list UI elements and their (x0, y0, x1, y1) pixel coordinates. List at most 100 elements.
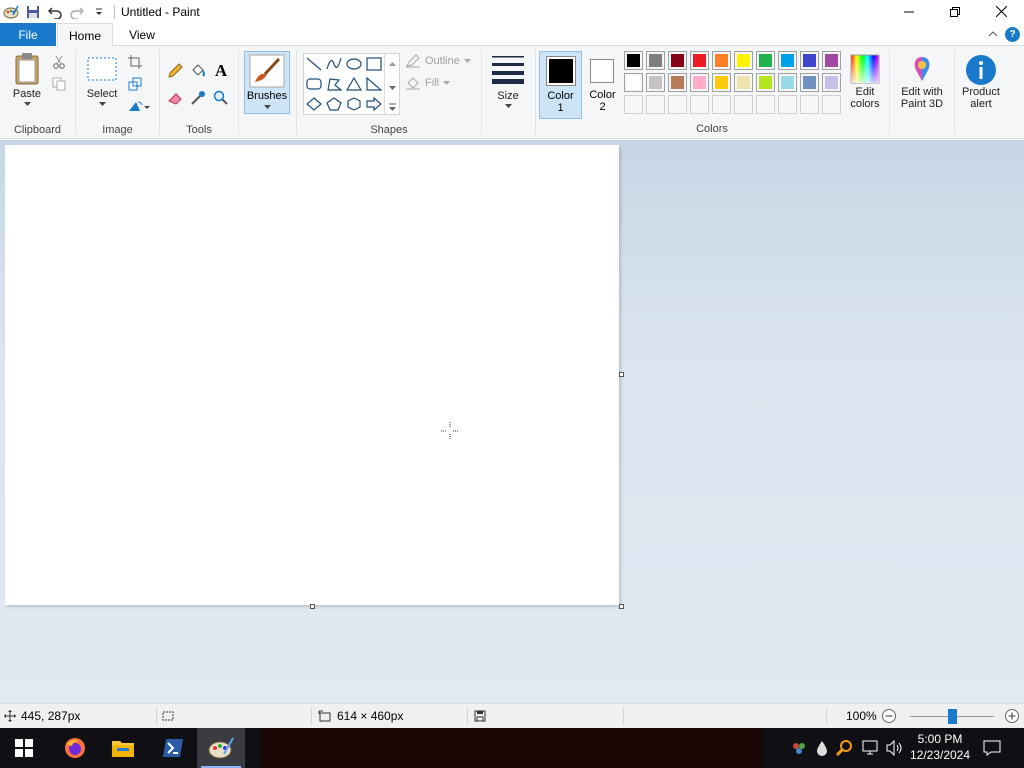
palette-custom-slot[interactable] (646, 95, 665, 114)
firefox-taskbar-button[interactable] (51, 728, 99, 768)
palette-swatch[interactable] (756, 51, 775, 70)
oval-shape-icon[interactable] (344, 55, 363, 73)
curve-shape-icon[interactable] (324, 55, 343, 73)
edit-colors-button[interactable]: Edit colors (846, 54, 884, 110)
palette-swatch[interactable] (624, 51, 643, 70)
palette-custom-slot[interactable] (668, 95, 687, 114)
palette-swatch[interactable] (668, 51, 687, 70)
palette-swatch[interactable] (646, 73, 665, 92)
palette-swatch[interactable] (822, 73, 841, 92)
resize-icon[interactable] (126, 75, 144, 93)
palette-swatch-color (649, 54, 662, 67)
eraser-icon[interactable] (166, 89, 184, 107)
palette-swatch[interactable] (624, 73, 643, 92)
zoom-in-button[interactable] (1004, 704, 1020, 728)
color-2-button[interactable]: Color 2 (585, 51, 620, 119)
cut-icon[interactable] (50, 53, 68, 71)
search-tray-icon[interactable] (834, 728, 856, 768)
arrow-shape-icon[interactable] (364, 95, 383, 113)
palette-swatch[interactable] (778, 51, 797, 70)
palette-custom-slot[interactable] (756, 95, 775, 114)
powershell-taskbar-button[interactable] (149, 728, 197, 768)
palette-swatch[interactable] (690, 73, 709, 92)
shapes-scroll[interactable] (384, 54, 399, 114)
fill-button[interactable]: Fill (405, 76, 451, 90)
right-triangle-shape-icon[interactable] (364, 75, 383, 93)
tab-view[interactable]: View (117, 23, 167, 47)
palette-swatch[interactable] (800, 51, 819, 70)
zoom-slider-thumb[interactable] (947, 709, 957, 724)
text-tool-icon[interactable]: A (212, 61, 230, 80)
undo-icon[interactable] (46, 3, 64, 21)
hexagon-shape-icon[interactable] (344, 95, 363, 113)
restore-button[interactable] (932, 0, 978, 23)
rotate-icon[interactable] (126, 97, 152, 115)
pentagon-shape-icon[interactable] (324, 95, 343, 113)
select-button[interactable]: Select (82, 56, 122, 107)
paint-taskbar-button[interactable] (197, 728, 245, 768)
palette-swatch[interactable] (646, 51, 665, 70)
product-alert-button[interactable]: Product alert (956, 54, 1006, 110)
taskbar-clock[interactable]: 5:00 PM 12/23/2024 (905, 731, 975, 763)
diamond-shape-icon[interactable] (304, 95, 323, 113)
palette-swatch[interactable] (712, 73, 731, 92)
crop-icon[interactable] (126, 53, 144, 71)
line-shape-icon[interactable] (304, 55, 323, 73)
minimize-button[interactable] (886, 0, 932, 23)
palette-custom-slot[interactable] (800, 95, 819, 114)
drop-tray-icon[interactable] (812, 728, 832, 768)
network-tray-icon[interactable] (860, 728, 882, 768)
outline-button[interactable]: Outline (405, 54, 471, 68)
edit-colors-label-2: colors (850, 98, 880, 110)
tab-file[interactable]: File (0, 23, 56, 46)
palette-swatch[interactable] (712, 51, 731, 70)
palette-custom-slot[interactable] (734, 95, 753, 114)
palette-custom-slot[interactable] (778, 95, 797, 114)
color-1-button[interactable]: Color 1 (539, 51, 582, 119)
help-icon[interactable]: ? (1005, 27, 1020, 42)
tab-home[interactable]: Home (57, 23, 113, 47)
file-explorer-taskbar-button[interactable] (99, 728, 147, 768)
drawing-canvas[interactable] (5, 145, 619, 605)
volume-tray-icon[interactable] (884, 728, 906, 768)
rounded-rectangle-shape-icon[interactable] (304, 75, 323, 93)
palette-swatch[interactable] (778, 73, 797, 92)
palette-swatch[interactable] (734, 73, 753, 92)
collapse-ribbon-icon[interactable] (986, 27, 1000, 41)
polygon-shape-icon[interactable] (324, 75, 343, 93)
resize-handle-right[interactable] (619, 372, 624, 377)
rectangle-shape-icon[interactable] (364, 55, 383, 73)
copy-icon[interactable] (50, 75, 68, 93)
paint-app-icon[interactable] (2, 3, 20, 21)
redo-icon[interactable] (68, 3, 86, 21)
customize-toolbar-icon[interactable] (90, 3, 108, 21)
paste-button[interactable]: Paste (8, 52, 46, 107)
resize-handle-bottom[interactable] (310, 604, 315, 609)
close-button[interactable] (978, 0, 1024, 23)
edit-with-paint3d-button[interactable]: Edit with Paint 3D (894, 54, 950, 110)
resize-handle-corner[interactable] (619, 604, 624, 609)
magnifier-icon[interactable] (212, 89, 230, 107)
zoom-out-button[interactable] (881, 704, 897, 728)
network-error-tray-icon[interactable] (788, 728, 810, 768)
palette-swatch[interactable] (734, 51, 753, 70)
size-button[interactable]: Size (488, 54, 528, 109)
palette-swatch[interactable] (668, 73, 687, 92)
color-picker-icon[interactable] (189, 89, 207, 107)
fill-bucket-icon[interactable] (189, 62, 207, 80)
zoom-slider-track[interactable] (910, 709, 994, 724)
palette-swatch[interactable] (690, 51, 709, 70)
palette-swatch[interactable] (800, 73, 819, 92)
brushes-button[interactable]: Brushes (244, 51, 290, 114)
save-icon[interactable] (24, 3, 42, 21)
notifications-icon[interactable] (980, 728, 1004, 768)
start-button[interactable] (0, 728, 48, 768)
palette-swatch[interactable] (822, 51, 841, 70)
triangle-shape-icon[interactable] (344, 75, 363, 93)
palette-custom-slot[interactable] (712, 95, 731, 114)
palette-custom-slot[interactable] (624, 95, 643, 114)
palette-custom-slot[interactable] (690, 95, 709, 114)
palette-custom-slot[interactable] (822, 95, 841, 114)
palette-swatch[interactable] (756, 73, 775, 92)
pencil-icon[interactable] (166, 62, 184, 80)
